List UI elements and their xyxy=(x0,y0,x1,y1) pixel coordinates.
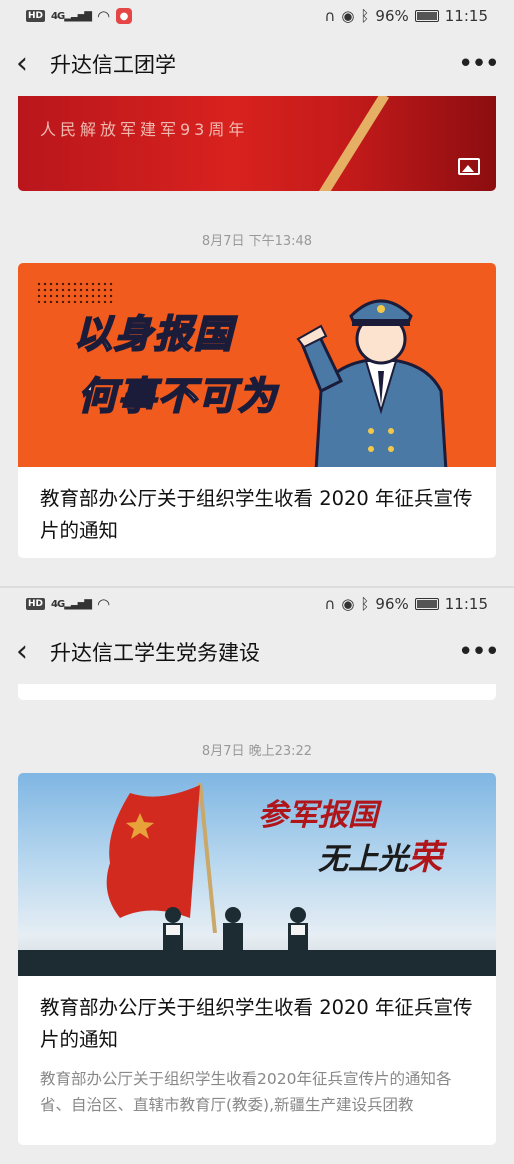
battery-icon xyxy=(414,10,439,22)
page-title: 升达信工学生党务建设 xyxy=(50,641,260,665)
article-card[interactable]: 以身报国 何事不可为 教育部办公厅关于组织学生收看 2020 年征兵宣传片的通知 xyxy=(18,263,496,558)
nav-bar: ‹ 升达信工团学 ••• xyxy=(0,34,514,94)
eye-icon: ◉ xyxy=(341,7,355,25)
decorative-dots xyxy=(36,281,114,303)
bluetooth-icon: ᛒ xyxy=(360,7,370,25)
saluting-soldier-illustration xyxy=(296,299,448,467)
article-cover-image: 参军报国 无上光荣 xyxy=(18,773,496,976)
more-icon[interactable]: ••• xyxy=(458,51,500,77)
status-bar: HD 4G▂▃▅▇ ◠ ● ∩ ◉ ᛒ 96% 11:15 xyxy=(0,0,514,32)
article-cover-image: 以身报国 何事不可为 xyxy=(18,263,496,467)
page-title: 升达信工团学 xyxy=(50,53,176,77)
previous-article-card-edge[interactable] xyxy=(18,684,496,700)
headphones-icon: ∩ xyxy=(324,595,336,613)
back-icon[interactable]: ‹ xyxy=(16,637,46,667)
clock: 11:15 xyxy=(444,7,488,25)
crowd-silhouette xyxy=(18,950,496,976)
battery-icon xyxy=(414,598,439,610)
cover-slogan-line2: 无上光荣 xyxy=(318,838,442,878)
signal-icon: 4G▂▃▅▇ xyxy=(51,598,92,610)
cover-slogan: 参军报国 无上光荣 xyxy=(258,795,442,881)
more-icon[interactable]: ••• xyxy=(458,639,500,665)
wifi-icon: ◠ xyxy=(96,595,111,613)
article-card-2[interactable]: 参军报国 无上光荣 教育部办公厅关于组织学生收看 2020 年征兵宣传片的通知 … xyxy=(18,773,496,1145)
cover-slogan-line1: 以身报国 xyxy=(73,311,235,357)
hd-icon: HD xyxy=(26,10,46,22)
mic-icon: ● xyxy=(116,8,133,24)
article-description: 教育部办公厅关于组织学生收看2020年征兵宣传片的通知各省、自治区、直辖市教育厅… xyxy=(40,1070,452,1114)
article-title: 教育部办公厅关于组织学生收看 2020 年征兵宣传片的通知 xyxy=(40,996,473,1051)
message-timestamp: 8月7日 下午13:48 xyxy=(201,234,313,249)
decorative-stripe xyxy=(316,96,390,191)
clock: 11:15 xyxy=(444,595,488,613)
status-bar-2: HD 4G▂▃▅▇ ◠ ∩ ◉ ᛒ 96% 11:15 xyxy=(0,588,514,620)
previous-article-image[interactable]: 人民解放军建军93周年 xyxy=(18,96,496,191)
image-icon xyxy=(458,158,480,175)
headphones-icon: ∩ xyxy=(324,7,336,25)
article-title: 教育部办公厅关于组织学生收看 2020 年征兵宣传片的通知 xyxy=(40,487,473,542)
nav-bar-2: ‹ 升达信工学生党务建设 ••• xyxy=(0,622,514,682)
cover-slogan-line2: 何事不可为 xyxy=(77,373,279,419)
wifi-icon: ◠ xyxy=(96,7,111,25)
eye-icon: ◉ xyxy=(341,595,355,613)
bluetooth-icon: ᛒ xyxy=(360,595,370,613)
message-timestamp: 8月7日 晚上23:22 xyxy=(201,744,313,759)
battery-percent: 96% xyxy=(375,7,409,25)
signal-icon: 4G▂▃▅▇ xyxy=(51,10,92,22)
hd-icon: HD xyxy=(26,598,46,610)
back-icon[interactable]: ‹ xyxy=(16,49,46,79)
banner-subtitle: 人民解放军建军93周年 xyxy=(40,120,249,139)
battery-percent: 96% xyxy=(375,595,409,613)
cover-slogan-line1: 参军报国 xyxy=(258,798,378,833)
